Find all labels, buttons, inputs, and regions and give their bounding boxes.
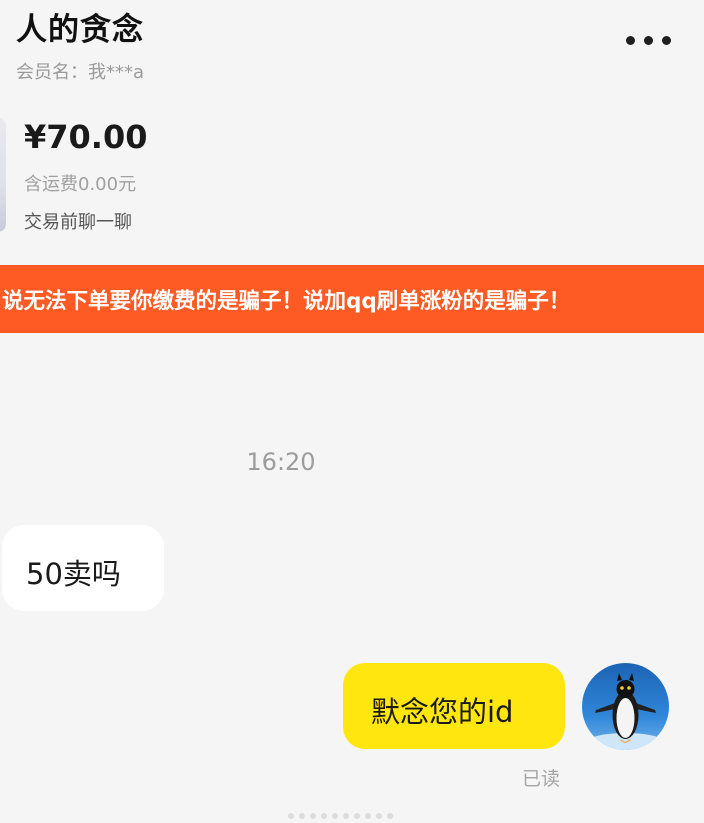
- page-dot: [343, 813, 349, 819]
- conversation-title: 人的贪念: [16, 12, 144, 48]
- product-thumbnail[interactable]: [0, 118, 6, 232]
- penguin-avatar-icon: [582, 663, 669, 750]
- page-dot: [288, 813, 294, 819]
- page-dot: [354, 813, 360, 819]
- user-avatar[interactable]: [582, 663, 669, 750]
- more-dots-icon: [662, 36, 671, 45]
- warning-text: 说无法下单要你缴费的是骗子！说加qq刷单涨粉的是骗子！: [2, 289, 571, 314]
- read-receipt: 已读: [522, 768, 561, 790]
- product-card[interactable]: ¥70.00 含运费0.00元 交易前聊一聊: [0, 110, 704, 240]
- message-text: 50卖吗: [26, 557, 121, 591]
- more-dots-icon: [626, 36, 635, 45]
- more-options-button[interactable]: [620, 26, 680, 56]
- product-price: ¥70.00: [24, 118, 148, 156]
- shipping-info: 含运费0.00元: [24, 174, 137, 195]
- member-name: 会员名：我***a: [16, 62, 145, 83]
- outgoing-message-bubble[interactable]: 默念您的id: [343, 663, 565, 749]
- page-dot: [310, 813, 316, 819]
- page-dot: [321, 813, 327, 819]
- chat-header: 人的贪念 会员名：我***a: [0, 0, 704, 100]
- incoming-message-bubble[interactable]: 50卖吗: [2, 525, 164, 611]
- message-text: 默念您的id: [371, 695, 514, 729]
- chat-page: 人的贪念 会员名：我***a ¥70.00 含运费0.00元 交易前聊一聊 说无…: [0, 0, 704, 823]
- page-dot: [387, 813, 393, 819]
- page-dot: [365, 813, 371, 819]
- scam-warning-banner: 说无法下单要你缴费的是骗子！说加qq刷单涨粉的是骗子！: [0, 265, 704, 333]
- page-indicator: [288, 812, 398, 820]
- page-dot: [376, 813, 382, 819]
- page-dot: [299, 813, 305, 819]
- page-dot: [332, 813, 338, 819]
- message-timestamp: 16:20: [246, 448, 316, 476]
- pre-trade-chat-link[interactable]: 交易前聊一聊: [24, 208, 132, 234]
- more-dots-icon: [644, 36, 653, 45]
